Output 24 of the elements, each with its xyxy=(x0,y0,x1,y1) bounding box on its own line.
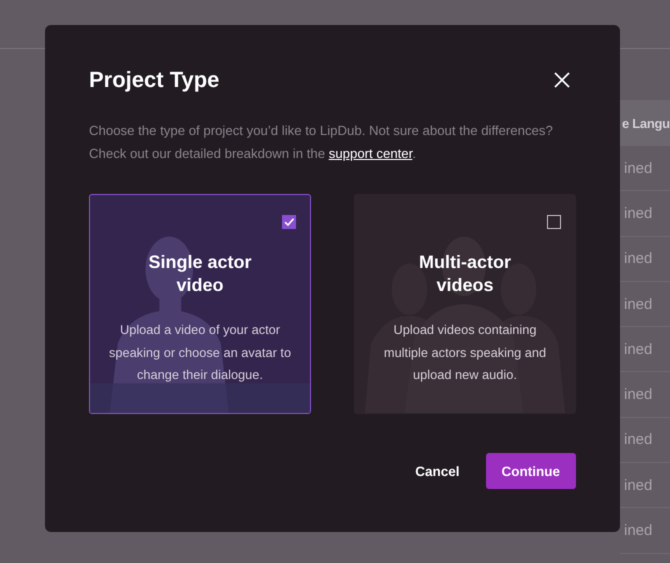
option-title: Single actor video xyxy=(147,251,253,297)
table-cell: ined xyxy=(624,204,652,222)
table-cell: ined xyxy=(624,476,652,494)
table-cell: ined xyxy=(624,522,652,540)
checkbox[interactable] xyxy=(547,215,561,229)
support-center-link[interactable]: support center xyxy=(328,146,412,161)
column-header: e Langu xyxy=(620,100,670,146)
dialog-description: Choose the type of project you’d like to LipDub. Not sure about the differences? Check out our detailed breakdown in the support center. xyxy=(89,122,554,163)
table-cell: ined xyxy=(624,296,652,313)
dialog-title: Project Type xyxy=(89,67,220,93)
table-cell: ined xyxy=(624,250,652,268)
table-cell: ined xyxy=(624,431,652,448)
cancel-button[interactable]: Cancel xyxy=(405,453,470,489)
option-title: Multi-actor videos xyxy=(418,251,512,297)
option-description: Upload a video of your actor speaking or choose an avatar to change their dialogue. xyxy=(108,321,292,384)
table-cell: ined xyxy=(624,340,652,358)
close-button[interactable] xyxy=(552,70,572,90)
table-cell: ined xyxy=(624,160,652,177)
option-description: Upload videos containing multiple actors speaking and upload new audio. xyxy=(382,321,548,384)
option-card[interactable]: Multi-actor videos Upload videos containing multiple actors speaking and upload new audio. xyxy=(354,194,576,414)
table-cell: ined xyxy=(624,386,652,404)
continue-button[interactable]: Continue xyxy=(486,453,576,489)
option-card[interactable]: Single actor video Upload a video of your actor speaking or choose an avatar to change their dialogue. xyxy=(89,194,311,414)
checkbox[interactable] xyxy=(282,215,296,229)
